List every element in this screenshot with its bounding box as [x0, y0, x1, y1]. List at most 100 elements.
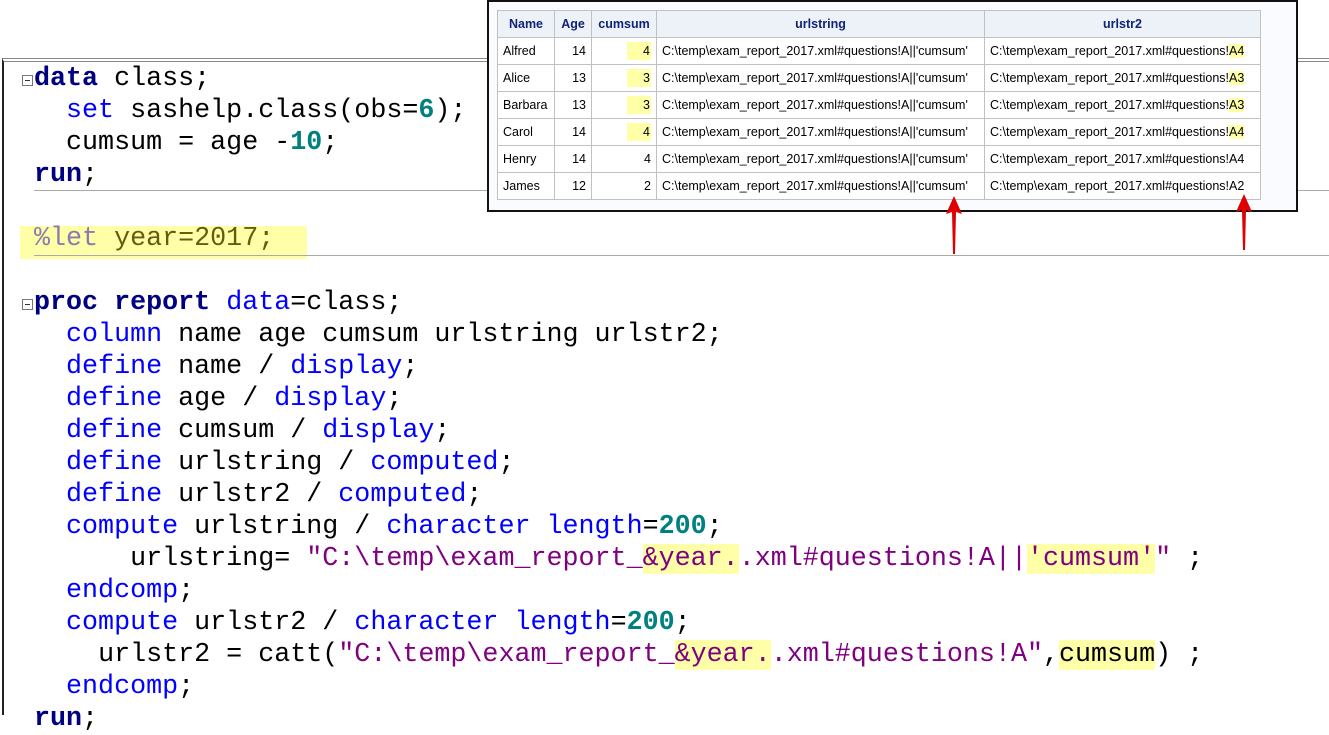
- code-token: 6: [418, 96, 435, 126]
- urlstr2-base: C:\temp\exam_report_2017.xml#questions!: [990, 179, 1230, 193]
- code-token: computed: [370, 448, 499, 478]
- code-token: compute: [66, 608, 179, 638]
- urlstr2-base: C:\temp\exam_report_2017.xml#questions!: [990, 152, 1230, 166]
- cell-cumsum: 4: [591, 145, 657, 173]
- cell-urlstr2: C:\temp\exam_report_2017.xml#questions!A…: [984, 91, 1261, 119]
- table-row: James 12 2 C:\temp\exam_report_2017.xml#que…: [497, 172, 1261, 200]
- code-token: &year.: [674, 640, 771, 670]
- code-token: computed: [338, 480, 467, 510]
- code-line: define name / display;: [34, 351, 418, 383]
- code-token: ;: [434, 416, 451, 446]
- cell-age: 13: [554, 64, 592, 92]
- code-token: define: [66, 352, 163, 382]
- cell-urlstr2: C:\temp\exam_report_2017.xml#questions!A…: [984, 118, 1261, 146]
- code-line: cumsum = age -10;: [34, 127, 338, 159]
- code-token: urlstr2 /: [178, 608, 355, 638]
- code-token: endcomp: [66, 576, 179, 606]
- code-token: ) ;: [1155, 640, 1204, 670]
- code-token: display: [290, 352, 403, 382]
- collapse-icon[interactable]: [22, 299, 33, 310]
- cumsum-value: 4: [644, 152, 651, 166]
- code-token: run: [34, 704, 83, 734]
- cell-name: Barbara: [497, 91, 555, 119]
- cell-urlstr2: C:\temp\exam_report_2017.xml#questions!A…: [984, 145, 1261, 173]
- urlstr2-base: C:\temp\exam_report_2017.xml#questions!: [990, 71, 1230, 85]
- code-token: data: [226, 288, 291, 318]
- code-token: 10: [290, 128, 323, 158]
- cell-age: 12: [554, 172, 592, 200]
- code-token: ;: [82, 704, 99, 734]
- code-token: name /: [162, 352, 291, 382]
- code-token: set: [66, 96, 115, 126]
- code-token: urlstring /: [178, 512, 387, 542]
- code-token: .xml#questions!A": [770, 640, 1043, 670]
- table-row: Alice 13 3 C:\temp\exam_report_2017.xml#que…: [497, 64, 1261, 92]
- code-token: display: [322, 416, 435, 446]
- cell-cumsum: 4: [591, 118, 657, 146]
- code-token: urlstring /: [162, 448, 371, 478]
- cell-name: Alfred: [497, 37, 555, 65]
- cell-urlstring: C:\temp\exam_report_2017.xml#questions!A…: [656, 118, 985, 146]
- code-line: urlstring= "C:\temp\exam_report_&year..x…: [34, 543, 1203, 575]
- header-cumsum: cumsum: [591, 10, 657, 38]
- cumsum-value: 4: [627, 42, 651, 60]
- code-token: ": [1155, 544, 1172, 574]
- header-age: Age: [554, 10, 592, 38]
- code-token: ;: [322, 128, 339, 158]
- code-token: define: [66, 480, 163, 510]
- code-token: );: [434, 96, 467, 126]
- collapse-icon[interactable]: [22, 75, 33, 86]
- code-token: age /: [162, 384, 275, 414]
- code-token: =: [610, 608, 627, 638]
- code-line: define age / display;: [34, 383, 402, 415]
- code-token: character length: [354, 608, 611, 638]
- cell-cumsum: 3: [591, 64, 657, 92]
- code-token: ;: [178, 576, 195, 606]
- code-line: compute urlstring / character length=200…: [34, 511, 723, 543]
- urlstr2-cell-ref: A2: [1229, 179, 1245, 193]
- code-line: %let year=2017;: [34, 223, 274, 255]
- code-token: ;: [466, 480, 483, 510]
- red-arrow-icon: [946, 196, 962, 254]
- urlstr2-base: C:\temp\exam_report_2017.xml#questions!: [990, 125, 1230, 139]
- code-token: 200: [658, 512, 707, 542]
- cell-cumsum: 3: [591, 91, 657, 119]
- code-token: cumsum /: [162, 416, 323, 446]
- urlstr2-cell-ref: A4: [1229, 152, 1245, 166]
- code-token: ;: [706, 512, 723, 542]
- code-line: urlstr2 = catt("C:\temp\exam_report_&yea…: [34, 639, 1203, 671]
- code-line: run;: [34, 703, 98, 735]
- code-line: define cumsum / display;: [34, 415, 450, 447]
- cumsum-value: 2: [644, 179, 651, 193]
- code-token: %let: [34, 224, 99, 254]
- step-separator: [34, 255, 1329, 256]
- code-token: urlstring=: [130, 544, 307, 574]
- code-token: &year.: [642, 544, 739, 574]
- urlstr2-cell-ref: A3: [1229, 98, 1245, 112]
- cell-age: 14: [554, 118, 592, 146]
- code-token: cumsum = age -: [66, 128, 291, 158]
- header-urlstr2: urlstr2: [984, 10, 1261, 38]
- code-token: display: [274, 384, 387, 414]
- code-token: name age cumsum urlstring urlstr2;: [162, 320, 723, 350]
- cell-name: James: [497, 172, 555, 200]
- table-row: Carol 14 4 C:\temp\exam_report_2017.xml#que…: [497, 118, 1261, 146]
- code-line: set sashelp.class(obs=6);: [34, 95, 466, 127]
- code-token: define: [66, 448, 163, 478]
- code-line: proc report data=class;: [34, 287, 402, 319]
- code-token: define: [66, 384, 163, 414]
- code-token: ;: [498, 448, 515, 478]
- cell-urlstring: C:\temp\exam_report_2017.xml#questions!A…: [656, 91, 985, 119]
- code-token: compute: [66, 512, 179, 542]
- cell-name: Carol: [497, 118, 555, 146]
- red-arrow-icon: [1236, 194, 1252, 250]
- cell-urlstring: C:\temp\exam_report_2017.xml#questions!A…: [656, 172, 985, 200]
- table-row: Barbara 13 3 C:\temp\exam_report_2017.xml#q…: [497, 91, 1261, 119]
